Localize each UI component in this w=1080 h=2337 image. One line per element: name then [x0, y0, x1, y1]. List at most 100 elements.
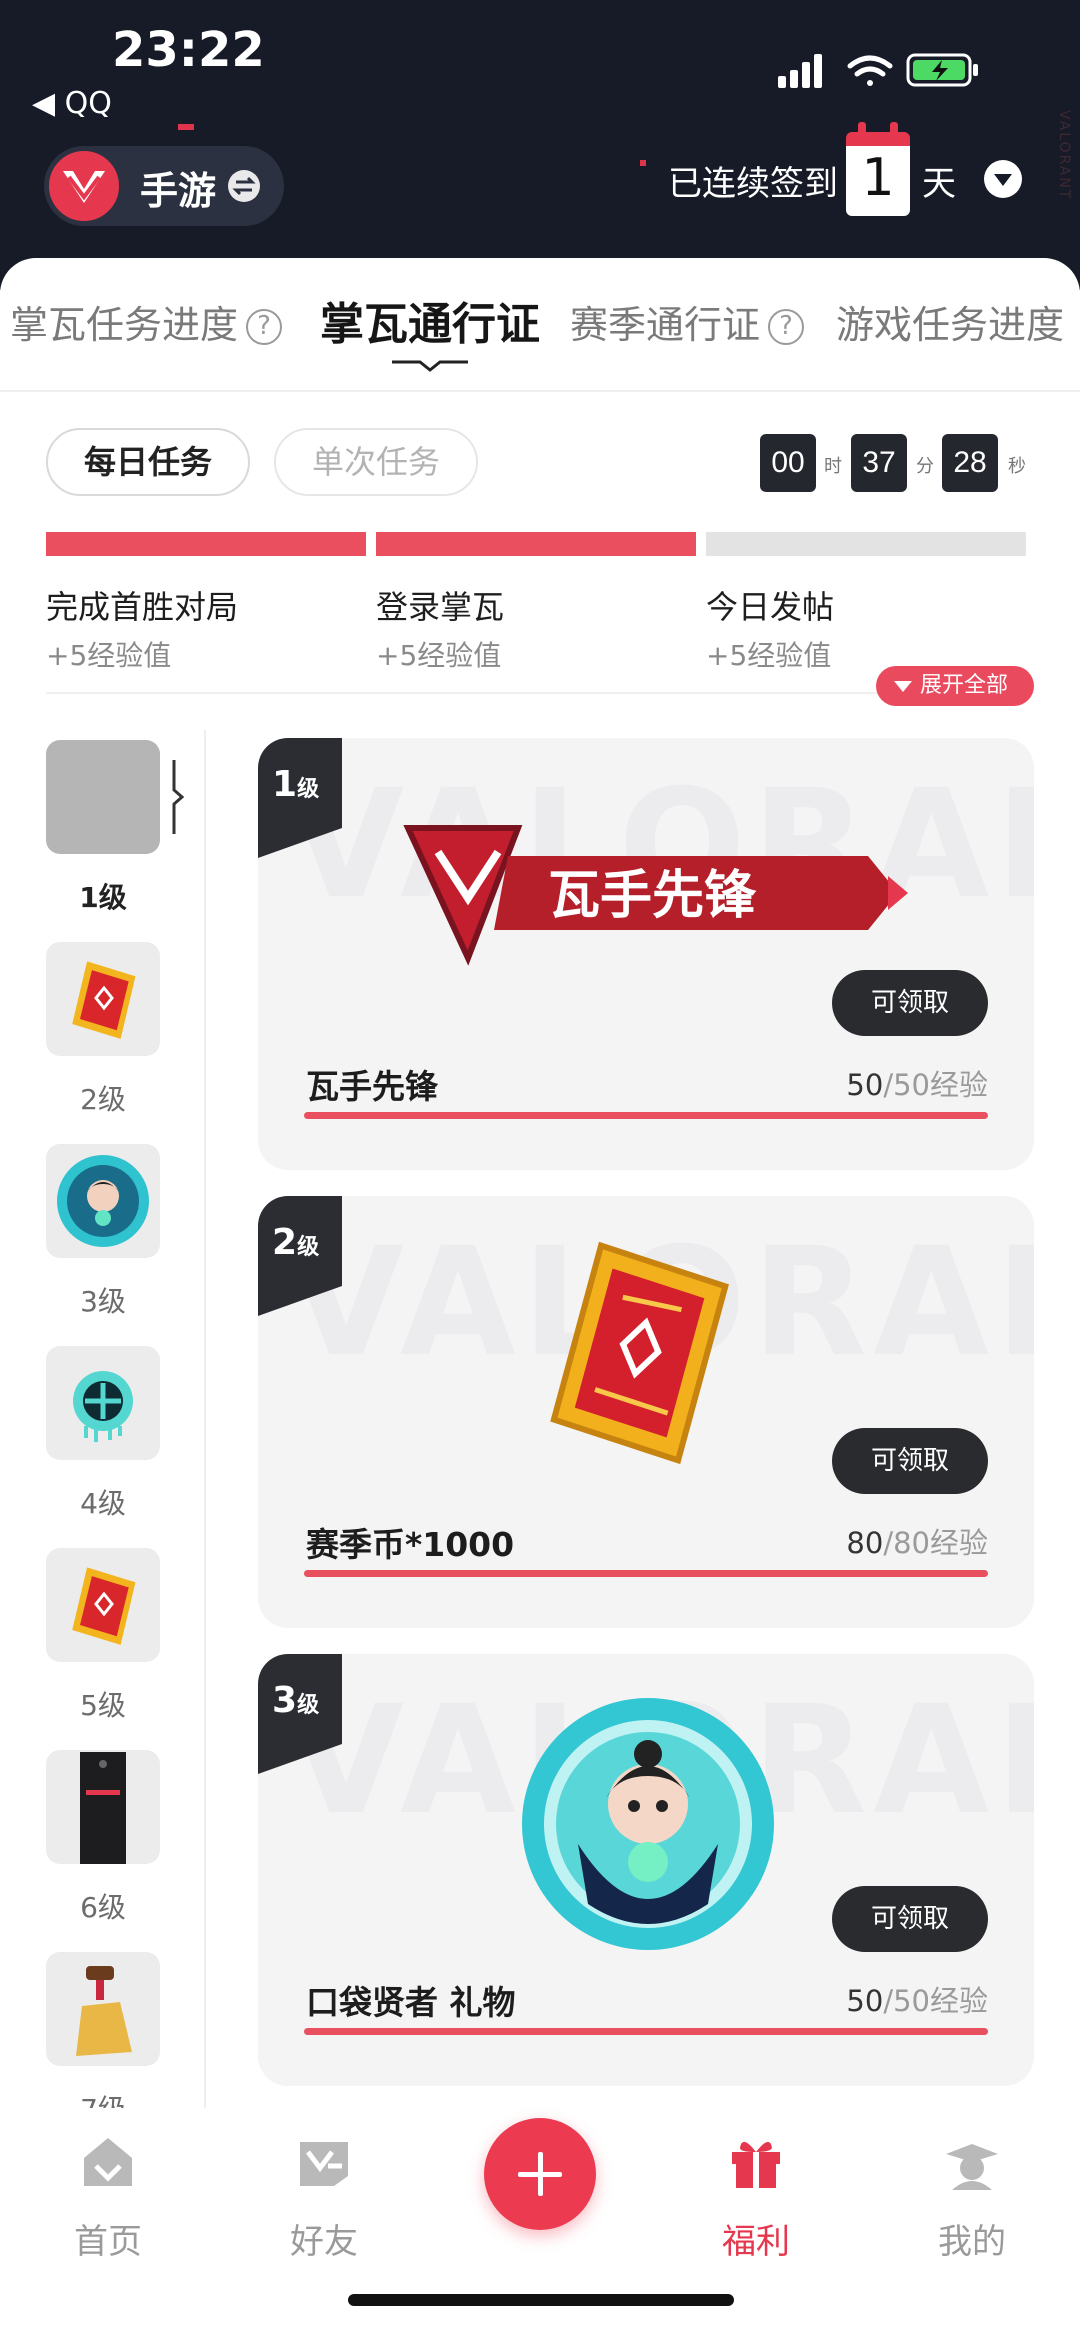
- reward-progress-bar: [304, 2028, 988, 2035]
- one-time-task-filter[interactable]: 单次任务: [274, 428, 478, 496]
- task-reward: +5经验值: [46, 639, 172, 672]
- season-coin-icon: [550, 1241, 729, 1465]
- reward-name: 赛季币*1000: [306, 1525, 515, 1564]
- reward-name: 口袋贤者 礼物: [306, 1983, 516, 2022]
- friends-icon: [300, 2142, 348, 2186]
- profile-icon: [946, 2144, 998, 2190]
- home-icon: [84, 2138, 132, 2186]
- create-post-button[interactable]: [484, 2118, 596, 2230]
- decorative-mark: [640, 160, 646, 166]
- spray-icon: [73, 1371, 133, 1442]
- expand-all-button[interactable]: 展开全部: [876, 666, 1034, 706]
- nav-welfare[interactable]: 福利: [696, 2132, 816, 2263]
- reward-card: VALORANT 3级 可领取 口袋贤者 礼物 50/50经验: [258, 1654, 1034, 2086]
- tab-label: 掌瓦任务进度: [10, 303, 239, 347]
- nav-label: 我的: [938, 2222, 1006, 2262]
- task-title: 完成首胜对局: [46, 588, 239, 626]
- switch-icon: [228, 170, 260, 202]
- help-icon[interactable]: ?: [246, 309, 283, 345]
- level-thumb-3[interactable]: [46, 1144, 160, 1258]
- reward-name: 瓦手先锋: [306, 1067, 438, 1106]
- season-coin-icon: [72, 961, 136, 1039]
- claim-button[interactable]: 可领取: [832, 1428, 988, 1494]
- level-thumb-6[interactable]: [46, 1750, 160, 1864]
- game-switcher[interactable]: 手游: [44, 146, 284, 226]
- tab-zhangwa-pass[interactable]: 掌瓦通行证: [320, 288, 540, 352]
- task-progress-bar: [46, 532, 366, 556]
- season-coin-icon: [72, 1567, 136, 1645]
- pocket-sage-avatar-icon: [57, 1155, 149, 1247]
- countdown-minutes-unit: 分: [916, 456, 934, 477]
- back-to-qq-link[interactable]: ◀ QQ: [32, 86, 112, 121]
- level-label: 4级: [80, 1487, 126, 1520]
- level-label: 3级: [80, 1285, 126, 1318]
- signal-icon: [778, 54, 822, 88]
- reward-progress-bar: [304, 1112, 988, 1119]
- countdown-seconds: 28: [942, 434, 998, 492]
- banner-text: 瓦手先锋: [548, 866, 757, 926]
- task-reward: +5经验值: [376, 639, 502, 672]
- claim-button[interactable]: 可领取: [832, 970, 988, 1036]
- countdown-seconds-unit: 秒: [1008, 456, 1026, 477]
- level-thumb-1[interactable]: [46, 740, 160, 854]
- status-icons: [778, 53, 978, 88]
- countdown-hours-unit: 时: [824, 456, 842, 477]
- game-name: 手游: [140, 169, 217, 213]
- valorant-card-icon: [80, 1752, 126, 1864]
- valorant-vertical-logo: VALORANT: [1056, 110, 1072, 201]
- task-progress-bar: [706, 532, 1026, 556]
- nav-profile[interactable]: 我的: [912, 2132, 1032, 2263]
- tab-zhangwa-task-progress[interactable]: 掌瓦任务进度?: [10, 294, 283, 349]
- expand-all-label: 展开全部: [920, 673, 1009, 698]
- task-reward: +5经验值: [706, 639, 832, 672]
- tab-game-task-progress[interactable]: 游戏任务进度: [836, 294, 1064, 349]
- level-thumb-2[interactable]: [46, 942, 160, 1056]
- task-progress-bar: [376, 532, 696, 556]
- level-thumb-5[interactable]: [46, 1548, 160, 1662]
- pocket-sage-avatar-icon: [522, 1698, 774, 1950]
- tab-label: 赛季通行证: [570, 303, 761, 347]
- countdown-minutes: 37: [851, 434, 907, 492]
- active-tab-indicator: [392, 360, 468, 372]
- level-thumb-7[interactable]: [46, 1952, 160, 2066]
- level-label: 2级: [80, 1083, 126, 1116]
- level-badge-text: 3级: [272, 1680, 320, 1721]
- signin-day-unit: 天: [922, 164, 956, 204]
- decorative-mark: [178, 124, 194, 130]
- title-banner-image: 瓦手先锋: [403, 825, 908, 966]
- nav-friends[interactable]: 好友: [264, 2132, 384, 2263]
- valorant-logo-icon: [44, 146, 124, 226]
- countdown-hours: 00: [760, 434, 816, 492]
- tab-season-pass[interactable]: 赛季通行证?: [570, 294, 805, 349]
- signin-streak-label: 已连续签到: [668, 164, 838, 204]
- gun-buddy-icon: [76, 1966, 132, 2056]
- task-title: 今日发帖: [706, 588, 835, 626]
- tab-label: 掌瓦通行证: [320, 299, 540, 350]
- level-label: 5级: [80, 1689, 126, 1722]
- claim-button[interactable]: 可领取: [832, 1886, 988, 1952]
- help-icon[interactable]: ?: [768, 309, 805, 345]
- status-time: 23:22: [112, 22, 265, 78]
- wifi-icon: [847, 55, 893, 86]
- tab-bar: 掌瓦任务进度? 掌瓦通行证 赛季通行证? 游戏任务进度: [0, 258, 1080, 392]
- nav-label: 首页: [74, 2222, 142, 2262]
- reward-progress-bar: [304, 1570, 988, 1577]
- nav-label: 好友: [290, 2222, 358, 2262]
- level-thumb-4[interactable]: [46, 1346, 160, 1460]
- daily-task-filter[interactable]: 每日任务: [46, 428, 250, 496]
- level-label: 1级: [79, 881, 127, 914]
- reward-exp: 80/80经验: [846, 1526, 988, 1560]
- caret-down-icon: [894, 681, 912, 692]
- reward-exp: 50/50经验: [846, 1068, 988, 1102]
- task-title: 登录掌瓦: [376, 588, 505, 626]
- level-label: 6级: [80, 1891, 126, 1924]
- level-rail-divider: [204, 730, 206, 2110]
- current-level-bracket: [172, 760, 185, 834]
- tab-label: 游戏任务进度: [836, 303, 1065, 347]
- level-badge-text: 1级: [272, 764, 320, 805]
- reward-card: VALORANT 1级 瓦手先锋 可领取 瓦手先锋 50/50经验: [258, 738, 1034, 1170]
- signin-days: 1: [861, 148, 895, 208]
- nav-home[interactable]: 首页: [48, 2132, 168, 2263]
- top-header: 23:22 ◀ QQ 手游 已连续签到 1 天 VALORANT: [0, 0, 1080, 290]
- chevron-down-icon[interactable]: [984, 160, 1022, 198]
